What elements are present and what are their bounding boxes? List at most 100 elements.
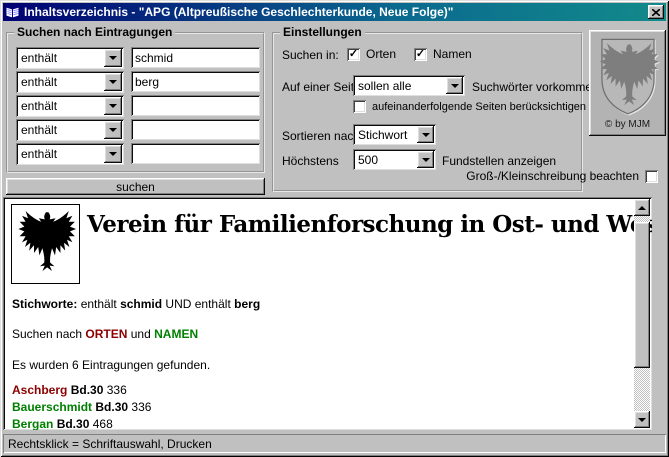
scroll-up-button[interactable] <box>634 199 650 216</box>
chevron-down-icon <box>109 80 117 84</box>
page-title: Verein für Familienforschung in Ost- und… <box>87 211 652 238</box>
search-term-input-2[interactable] <box>131 71 260 92</box>
dropdown-button[interactable] <box>104 97 122 115</box>
entry-volume: Bd.30 <box>70 383 104 397</box>
entry-volume: Bd.30 <box>56 417 90 430</box>
crest-credit: © by MJM <box>604 119 651 130</box>
chevron-down-icon <box>421 132 430 137</box>
entry-page: 468 <box>92 417 113 430</box>
entry-keyword[interactable]: Aschberg <box>12 383 67 397</box>
scope-mid: und <box>130 327 151 341</box>
dropdown-button[interactable] <box>104 121 122 139</box>
window-title: Inhaltsverzeichnis - "APG (Altpreußische… <box>24 5 454 19</box>
arrow-down-icon <box>638 417 646 422</box>
operator-value: enthält <box>21 51 58 65</box>
search-row: enthält <box>16 71 260 93</box>
entry-keyword[interactable]: Bauerschmidt <box>12 400 92 414</box>
keywords-line: Stichworte: enthält schmid UND enthält b… <box>12 297 260 311</box>
search-group: Suchen nach Eintragungen enthält enthält… <box>6 25 265 173</box>
dropdown-button[interactable] <box>104 49 122 67</box>
operator-dropdown-5[interactable]: enthält <box>16 143 124 165</box>
scope-namen: NAMEN <box>154 327 199 341</box>
keywords-mid: UND enthält <box>165 297 231 311</box>
settings-group-title: Einstellungen <box>280 25 365 39</box>
close-icon <box>652 8 660 16</box>
search-group-title: Suchen nach Eintragungen <box>14 25 176 39</box>
operator-dropdown-4[interactable]: enthält <box>16 119 124 141</box>
dropdown-button[interactable] <box>417 151 434 168</box>
eagle-crest-image <box>598 38 659 115</box>
keywords-term1: schmid <box>120 297 163 311</box>
app-window: Inhaltsverzeichnis - "APG (Altpreußische… <box>0 0 669 457</box>
search-row: enthält <box>16 95 260 117</box>
operator-value: enthält <box>21 123 58 137</box>
chevron-down-icon <box>109 128 117 132</box>
dropdown-button[interactable] <box>446 77 463 94</box>
namen-checkbox[interactable]: ✓ <box>414 47 427 61</box>
namen-label: Namen <box>433 47 472 61</box>
entry-page: 336 <box>106 383 127 397</box>
search-term-input-4[interactable] <box>131 119 260 140</box>
search-button[interactable]: suchen <box>6 178 265 195</box>
search-in-label: Suchen in: <box>282 48 339 62</box>
entry-page: 336 <box>131 400 152 414</box>
crest-panel: © by MJM <box>589 30 666 136</box>
chevron-down-icon <box>450 83 459 88</box>
check-icon: ✓ <box>415 47 426 60</box>
count-line: Es wurden 6 Eintragungen gefunden. <box>12 358 211 372</box>
status-bar: Rechtsklick = Schriftauswahl, Drucken <box>3 434 666 453</box>
dropdown-button[interactable] <box>417 126 434 143</box>
dropdown-button[interactable] <box>104 73 122 91</box>
arrow-up-icon <box>638 205 646 210</box>
scroll-down-button[interactable] <box>634 411 650 428</box>
eagle-header-image <box>11 204 80 284</box>
operator-dropdown-1[interactable]: enthält <box>16 47 124 69</box>
orten-checkbox-row[interactable]: ✓ Orten <box>347 47 396 61</box>
keywords-label: Stichworte: <box>12 297 78 311</box>
sort-value: Stichwort <box>358 127 408 142</box>
search-term-input-3[interactable] <box>131 95 260 116</box>
per-page-label: Auf einer Seite <box>282 80 361 94</box>
dropdown-button[interactable] <box>104 145 122 163</box>
consecutive-label: aufeinanderfolgende Seiten berücksichtig… <box>372 100 587 113</box>
namen-checkbox-row[interactable]: ✓ Namen <box>414 47 472 61</box>
max-suffix: Fundstellen anzeigen <box>442 154 557 168</box>
status-text: Rechtsklick = Schriftauswahl, Drucken <box>8 436 212 451</box>
operator-value: enthält <box>21 99 58 113</box>
per-page-dropdown[interactable]: sollen alle <box>353 75 465 96</box>
check-icon: ✓ <box>348 47 359 60</box>
case-label: Groß-/Kleinschreibung beachten <box>466 169 639 183</box>
case-checkbox-row[interactable]: Groß-/Kleinschreibung beachten <box>466 169 658 183</box>
consecutive-checkbox[interactable] <box>353 100 366 113</box>
orten-checkbox[interactable]: ✓ <box>347 47 360 61</box>
entry-keyword[interactable]: Bergan <box>12 417 53 430</box>
chevron-down-icon <box>109 152 117 156</box>
orten-label: Orten <box>366 47 397 61</box>
results-view[interactable]: Verein für Familienforschung in Ost- und… <box>3 197 652 430</box>
book-icon <box>5 6 20 19</box>
result-entry[interactable]: Bergan Bd.30 468 <box>12 417 113 430</box>
close-button[interactable] <box>648 5 664 19</box>
max-value: 500 <box>358 152 379 167</box>
result-entry[interactable]: Aschberg Bd.30 336 <box>12 383 127 397</box>
search-term-input-1[interactable] <box>131 47 260 68</box>
operator-dropdown-2[interactable]: enthält <box>16 71 124 93</box>
scope-line: Suchen nach ORTEN und NAMEN <box>12 327 198 341</box>
keywords-op1: enthält <box>80 297 117 311</box>
keywords-term2: berg <box>234 297 261 311</box>
result-entry[interactable]: Bauerschmidt Bd.30 336 <box>12 400 151 414</box>
settings-group: Einstellungen Suchen in: ✓ Orten ✓ Namen… <box>272 25 599 192</box>
case-checkbox[interactable] <box>645 169 658 183</box>
title-bar: Inhaltsverzeichnis - "APG (Altpreußische… <box>3 3 666 21</box>
per-page-suffix: Suchwörter vorkommen <box>472 80 599 94</box>
scrollbar-thumb[interactable] <box>634 222 650 368</box>
sort-dropdown[interactable]: Stichwort <box>353 124 436 145</box>
per-page-value: sollen alle <box>358 78 412 93</box>
consecutive-checkbox-row[interactable]: aufeinanderfolgende Seiten berücksichtig… <box>353 100 586 113</box>
vertical-scrollbar[interactable] <box>634 199 650 428</box>
scope-orten: ORTEN <box>85 327 128 341</box>
max-dropdown[interactable]: 500 <box>353 149 436 170</box>
search-term-input-5[interactable] <box>131 143 260 164</box>
operator-dropdown-3[interactable]: enthält <box>16 95 124 117</box>
search-row: enthält <box>16 119 260 141</box>
